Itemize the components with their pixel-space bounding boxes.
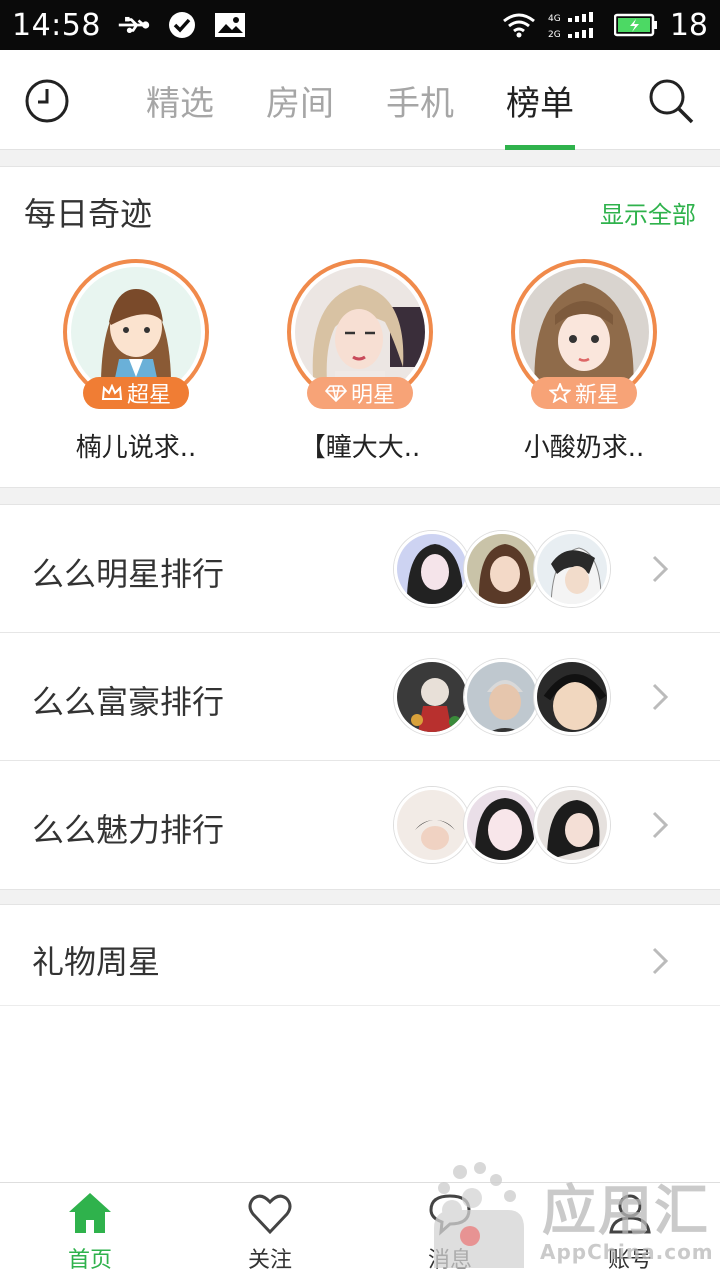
daily-star-3[interactable]: 新星 小酸奶求.. [494, 259, 674, 464]
watermark-logo-icon [434, 1162, 524, 1268]
rank-row-charm[interactable]: 么么魅力排行 [0, 761, 720, 889]
new-star-badge: 新星 [531, 377, 637, 409]
daily-miracle-section: 每日奇迹 显示全部 超星 楠儿说求.. 明星 【瞳大大.. 新星 小酸奶求.. [0, 166, 720, 488]
history-clock-icon[interactable] [24, 78, 70, 124]
battery-level: 18 [669, 7, 708, 43]
status-bar: 14:58 4G 2G 18 [0, 0, 720, 50]
watermark-title: 应用汇 [542, 1179, 710, 1242]
rank-row-rich[interactable]: 么么富豪排行 [0, 633, 720, 761]
rank-label: 么么富豪排行 [32, 683, 225, 721]
appchina-watermark: 应用汇 AppChina.com [424, 1158, 720, 1280]
search-icon[interactable] [646, 76, 696, 126]
heart-icon [247, 1190, 293, 1236]
avatar [394, 659, 470, 735]
super-star-badge: 超星 [83, 377, 189, 409]
tab-featured[interactable]: 精选 [120, 50, 240, 150]
bottom-tab-follow[interactable]: 关注 [180, 1183, 360, 1280]
section-title: 每日奇迹 [24, 195, 153, 233]
badge-label: 新星 [574, 383, 619, 408]
top-navigation: 精选 房间 手机 榜单 [0, 50, 720, 150]
avatar [464, 787, 540, 863]
chevron-right-icon [648, 681, 672, 713]
badge-label: 明星 [350, 383, 395, 408]
rank-label: 么么魅力排行 [32, 811, 225, 849]
avatar [394, 531, 470, 607]
star-name: 小酸奶求.. [523, 433, 645, 463]
empty-content-area [0, 1006, 720, 1182]
tab-mobile[interactable]: 手机 [360, 50, 480, 150]
avatar [534, 659, 610, 735]
star-name: 【瞳大大.. [299, 433, 421, 463]
daily-star-1[interactable]: 超星 楠儿说求.. [46, 259, 226, 464]
tab-rankings[interactable]: 榜单 [480, 50, 600, 150]
signal-icon: 4G 2G [548, 12, 602, 40]
top-tabs: 精选 房间 手机 榜单 [120, 50, 600, 150]
wifi-icon [502, 12, 536, 38]
rank-row-stars[interactable]: 么么明星排行 [0, 505, 720, 633]
celebrity-badge: 明星 [307, 377, 413, 409]
crown-icon [101, 384, 123, 400]
daily-star-2[interactable]: 明星 【瞳大大.. [270, 259, 450, 464]
diamond-icon [324, 385, 347, 402]
bottom-tab-label: 关注 [247, 1248, 292, 1273]
home-icon [67, 1190, 113, 1236]
ranking-list: 么么明星排行 么么富豪排行 么么魅力排行 [0, 504, 720, 890]
star-outline-icon [548, 383, 571, 403]
avatar [394, 787, 470, 863]
watermark-subtitle: AppChina.com [540, 1240, 714, 1264]
bottom-tab-home[interactable]: 首页 [0, 1183, 180, 1280]
gift-label: 礼物周星 [32, 943, 161, 981]
usb-icon [117, 12, 151, 38]
gift-weekly-star-row[interactable]: 礼物周星 [0, 904, 720, 1006]
check-circle-icon [165, 12, 199, 38]
avatar [534, 787, 610, 863]
star-name: 楠儿说求.. [75, 433, 197, 463]
chevron-right-icon [648, 809, 672, 841]
image-icon [213, 12, 247, 38]
avatar [464, 659, 540, 735]
svg-text:4G: 4G [548, 14, 561, 24]
battery-icon [613, 12, 658, 38]
show-all-link[interactable]: 显示全部 [600, 195, 696, 230]
svg-text:2G: 2G [548, 30, 561, 40]
rank-label: 么么明星排行 [32, 555, 225, 593]
bottom-tab-label: 首页 [67, 1248, 112, 1273]
chevron-right-icon [648, 945, 672, 977]
tab-rooms[interactable]: 房间 [240, 50, 360, 150]
status-time: 14:58 [12, 7, 101, 43]
chevron-right-icon [648, 553, 672, 585]
avatar [534, 531, 610, 607]
badge-label: 超星 [126, 383, 171, 408]
avatar [464, 531, 540, 607]
